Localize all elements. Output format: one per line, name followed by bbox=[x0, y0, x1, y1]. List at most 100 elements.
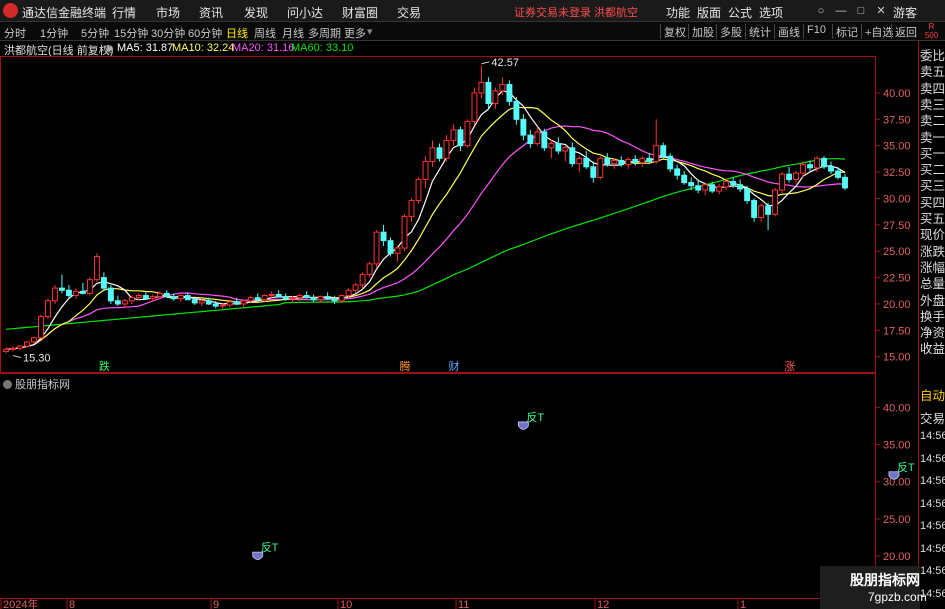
candle-3 bbox=[24, 340, 30, 348]
candle-72 bbox=[506, 80, 513, 106]
settings-dot-icon[interactable]: ◉ bbox=[104, 42, 114, 55]
menu-function[interactable]: 功能 bbox=[666, 4, 690, 21]
candle-95 bbox=[667, 153, 674, 173]
close-icon[interactable]: ✕ bbox=[872, 2, 890, 20]
candle-78 bbox=[548, 139, 555, 159]
candle-80 bbox=[562, 145, 569, 162]
menu-layout[interactable]: 版面 bbox=[697, 4, 721, 21]
login-notice[interactable]: 证券交易未登录 洪都航空 bbox=[514, 4, 638, 20]
indicator-chart[interactable]: 40.0035.0030.0025.0020.00反T反T反T2024年 8 9 10… bbox=[0, 373, 918, 609]
candle-79 bbox=[555, 137, 562, 155]
candle-89 bbox=[625, 157, 632, 169]
tool-multi-stock-button[interactable]: 多股 bbox=[716, 24, 742, 39]
candle-body bbox=[261, 295, 268, 301]
indicator-label[interactable]: 股朋指标网 bbox=[3, 376, 70, 392]
candle-body bbox=[324, 296, 331, 300]
candle-body bbox=[191, 299, 198, 304]
period-tab-monthly[interactable]: 月线 bbox=[282, 25, 304, 41]
menu-news[interactable]: 资讯 bbox=[199, 4, 223, 21]
candle-body bbox=[513, 100, 520, 120]
period-tab-multi[interactable]: 多周期 bbox=[308, 25, 341, 41]
tool-back-button[interactable]: 返回 bbox=[891, 24, 917, 39]
candle-body bbox=[541, 131, 548, 149]
period-tab-5min[interactable]: 5分钟 bbox=[81, 25, 109, 41]
candle-15 bbox=[107, 284, 114, 304]
candle-109 bbox=[765, 202, 772, 231]
candle-46 bbox=[324, 292, 331, 300]
menu-formula[interactable]: 公式 bbox=[728, 4, 752, 21]
tool-mark-button[interactable]: 标记 bbox=[832, 24, 858, 39]
candle-110 bbox=[772, 187, 779, 217]
tool-stats-button[interactable]: 统计 bbox=[745, 24, 771, 39]
candle-body bbox=[660, 145, 667, 157]
candle-body bbox=[45, 300, 51, 318]
kline-chart[interactable]: 40.00 37.50 35.00 32.50 30.00 27.50 25.00 22.50… bbox=[0, 56, 918, 373]
menu-discover[interactable]: 发现 bbox=[244, 4, 268, 21]
candle-body bbox=[177, 295, 184, 300]
bell-icon[interactable]: ○ bbox=[812, 2, 830, 20]
menu-trade[interactable]: 交易 bbox=[397, 4, 421, 21]
candle-83 bbox=[583, 150, 590, 169]
period-tab-daily[interactable]: 日线 bbox=[226, 25, 248, 41]
candle-body bbox=[716, 186, 723, 192]
candle-65 bbox=[457, 126, 464, 151]
candle-55 bbox=[387, 237, 394, 257]
period-tab-more[interactable]: 更多 bbox=[344, 25, 366, 41]
candle-6 bbox=[45, 298, 51, 319]
menu-market[interactable]: 市场 bbox=[156, 4, 180, 21]
candle-body bbox=[58, 287, 65, 291]
candle-body bbox=[254, 297, 261, 301]
candle-112 bbox=[786, 166, 793, 183]
candle-body bbox=[569, 147, 576, 165]
tick-item-0[interactable]: 自动 bbox=[920, 385, 945, 404]
period-tab-weekly[interactable]: 周线 bbox=[254, 25, 276, 41]
candle-body bbox=[114, 300, 121, 305]
candle-body bbox=[492, 90, 499, 104]
candle-14 bbox=[100, 272, 107, 292]
tool-adjust-button[interactable]: 复权 bbox=[660, 24, 686, 39]
tool-add-stock-button[interactable]: 加股 bbox=[688, 24, 714, 39]
candle-body bbox=[779, 173, 786, 191]
candle-57 bbox=[401, 214, 408, 252]
indicator-toggle-icon[interactable] bbox=[3, 380, 12, 389]
event-marker-3: 涨 bbox=[784, 360, 795, 373]
sub-y-tick-label-3: 25.00 bbox=[883, 514, 911, 526]
candle-73 bbox=[513, 97, 520, 125]
period-tab-1min[interactable]: 1分钟 bbox=[40, 25, 68, 41]
period-tab-30min[interactable]: 30分钟 bbox=[151, 25, 185, 41]
candle-body bbox=[338, 295, 345, 302]
candle-25 bbox=[177, 294, 184, 302]
candle-body bbox=[359, 273, 366, 286]
y-tick-label-2: 35.00 bbox=[883, 141, 911, 153]
candle-63 bbox=[443, 135, 450, 162]
candle-body bbox=[17, 345, 23, 349]
menu-ask[interactable]: 问小达 bbox=[287, 4, 323, 21]
y-tick-label-8: 20.00 bbox=[883, 299, 911, 311]
guest-login[interactable]: 游客 bbox=[893, 4, 917, 21]
candle-body bbox=[478, 81, 485, 94]
maximize-icon[interactable]: □ bbox=[852, 2, 870, 20]
annotation-label-0: 42.57 bbox=[491, 57, 519, 69]
candle-77 bbox=[541, 128, 548, 151]
candle-13 bbox=[93, 253, 100, 282]
x-tick-label-6: 1 bbox=[740, 599, 746, 609]
menu-options[interactable]: 选项 bbox=[759, 4, 783, 21]
candle-body bbox=[387, 240, 394, 254]
period-tab-60min[interactable]: 60分钟 bbox=[188, 25, 222, 41]
minimize-icon[interactable]: — bbox=[832, 2, 850, 20]
more-dropdown-icon[interactable]: ▾ bbox=[367, 25, 373, 38]
tool-draw-button[interactable]: 画线 bbox=[774, 24, 800, 39]
candle-2 bbox=[17, 345, 23, 351]
tool-add-watch-button[interactable]: +自选 bbox=[861, 24, 893, 39]
candle-body bbox=[317, 296, 324, 301]
x-tick-label-4: 11 bbox=[458, 599, 469, 609]
period-tab-15min[interactable]: 15分钟 bbox=[114, 25, 148, 41]
period-tab-timeline[interactable]: 分时 bbox=[4, 25, 26, 41]
candle-1 bbox=[10, 346, 16, 352]
menu-wealth-circle[interactable]: 财富圈 bbox=[342, 4, 378, 21]
candle-107 bbox=[751, 198, 758, 222]
candle-body bbox=[443, 139, 450, 159]
tool-f10-button[interactable]: F10 bbox=[803, 24, 826, 39]
x-tick-label-1: 8 bbox=[69, 599, 75, 609]
menu-quotes[interactable]: 行情 bbox=[112, 4, 136, 21]
